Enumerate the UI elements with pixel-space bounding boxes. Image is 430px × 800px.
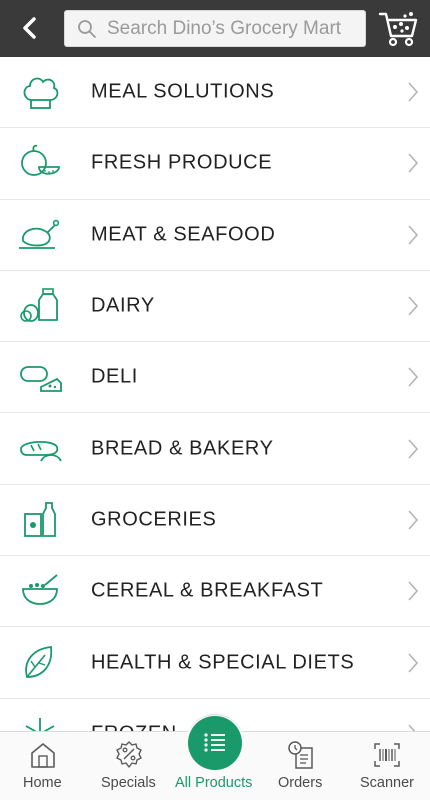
bottom-nav: Home Specials All Products Orders Scanne… — [0, 714, 430, 800]
chevron-right-icon — [408, 153, 419, 173]
chevron-right-icon — [408, 510, 419, 530]
chevron-right-icon — [408, 724, 416, 731]
back-button[interactable] — [14, 13, 44, 43]
nav-home[interactable]: Home — [0, 732, 86, 800]
category-deli[interactable]: DELI — [0, 342, 430, 414]
barcode-scanner-icon — [374, 743, 400, 767]
chevron-right-icon — [408, 296, 419, 316]
cart-icon — [378, 12, 418, 47]
category-dairy[interactable]: DAIRY — [0, 271, 430, 343]
category-label: GROCERIES — [91, 508, 217, 531]
category-health-special-diets[interactable]: HEALTH & SPECIAL DIETS — [0, 627, 430, 699]
category-groceries[interactable]: GROCERIES — [0, 485, 430, 557]
chef-hat-icon — [23, 77, 59, 110]
chevron-right-icon — [408, 367, 419, 387]
chevron-right-icon — [408, 652, 419, 673]
category-label: CEREAL & BREAKFAST — [91, 579, 324, 602]
groceries-icon — [24, 502, 56, 537]
nav-specials-label: Specials — [101, 775, 156, 791]
milk-icon — [20, 288, 58, 322]
cart-button[interactable] — [378, 10, 420, 48]
search-input[interactable] — [107, 17, 365, 40]
nav-orders-label: Orders — [278, 775, 323, 791]
produce-icon — [21, 145, 60, 177]
nav-home-label: Home — [23, 775, 62, 791]
orders-icon — [288, 741, 313, 769]
category-meal-solutions[interactable]: MEAL SOLUTIONS — [0, 57, 430, 129]
category-label: BREAD & BAKERY — [91, 437, 274, 460]
nav-orders[interactable]: Orders — [258, 732, 344, 800]
top-bar — [0, 0, 430, 57]
all-products-button[interactable] — [188, 716, 242, 770]
category-label: DAIRY — [91, 294, 155, 317]
nav-scanner-label: Scanner — [360, 775, 415, 791]
category-label: MEAT & SEAFOOD — [91, 223, 276, 246]
nav-specials[interactable]: Specials — [86, 732, 172, 800]
list-icon — [204, 733, 225, 752]
category-label: FRESH PRODUCE — [91, 151, 273, 174]
category-fresh-produce[interactable]: FRESH PRODUCE — [0, 128, 430, 200]
specials-badge-icon — [116, 741, 142, 768]
category-meat-seafood[interactable]: MEAT & SEAFOOD — [0, 200, 430, 271]
chevron-right-icon — [408, 225, 419, 245]
search-icon — [77, 18, 99, 40]
chevron-right-icon — [408, 82, 419, 102]
leaf-icon — [25, 645, 53, 678]
cereal-bowl-icon — [22, 574, 58, 606]
chevron-right-icon — [408, 439, 419, 459]
back-arrow-icon — [23, 17, 36, 39]
deli-icon — [20, 366, 62, 393]
bread-icon — [20, 440, 62, 462]
category-bread-bakery[interactable]: BREAD & BAKERY — [0, 413, 430, 485]
search-bar[interactable] — [64, 10, 366, 47]
category-label: FROZEN — [91, 722, 177, 731]
chevron-right-icon — [408, 581, 419, 601]
category-label: HEALTH & SPECIAL DIETS — [91, 651, 355, 674]
category-list: MEAL SOLUTIONS FRESH PRODUCE MEAT & SEAF… — [0, 57, 430, 731]
chicken-icon — [19, 219, 60, 249]
category-cereal-breakfast[interactable]: CEREAL & BREAKFAST — [0, 556, 430, 628]
nav-all-products-label: All Products — [175, 775, 253, 791]
snowflake-icon — [25, 717, 55, 731]
category-label: DELI — [91, 365, 138, 388]
category-label: MEAL SOLUTIONS — [91, 80, 275, 103]
home-icon — [31, 743, 55, 768]
nav-scanner[interactable]: Scanner — [344, 732, 430, 800]
